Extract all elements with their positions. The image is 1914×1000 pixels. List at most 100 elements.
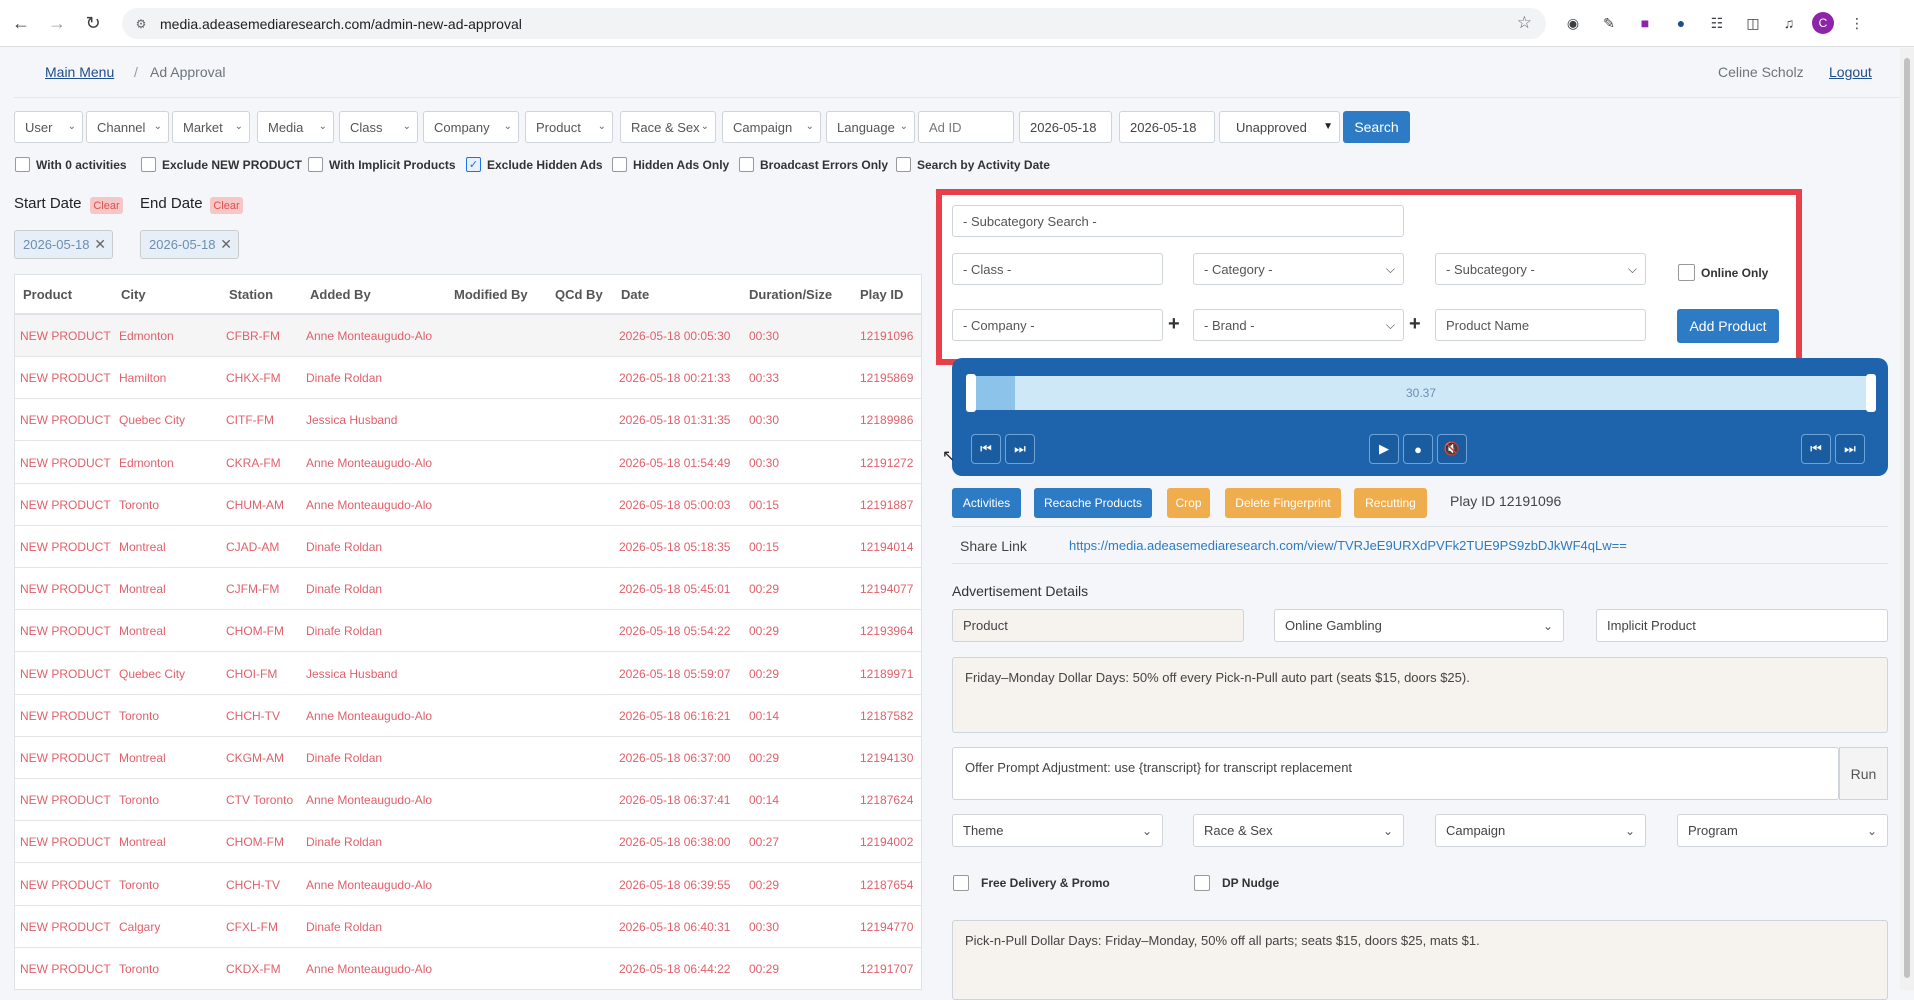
column-header-duration[interactable]: Duration/Size [749, 275, 832, 313]
subcategory-select[interactable]: - Subcategory - ⌵ [1435, 253, 1646, 285]
table-row[interactable]: NEW PRODUCT Toronto CHUM-AM Anne Monteaugud… [15, 484, 921, 526]
mute-icon[interactable]: 🔇 [1437, 434, 1467, 464]
table-row[interactable]: NEW PRODUCT Hamilton CHKX-FM Dinafe Roldan 2… [15, 357, 921, 400]
checkbox-search-by-activity-date[interactable]: Search by Activity Date [896, 157, 1050, 172]
checkbox-exclude-hidden-ads[interactable]: ✓ Exclude Hidden Ads [466, 157, 603, 172]
search-button[interactable]: Search [1343, 111, 1410, 143]
ad-id-input[interactable]: Ad ID [918, 111, 1014, 143]
checkbox-box[interactable] [896, 157, 911, 172]
checkbox-box[interactable] [739, 157, 754, 172]
run-button[interactable]: Run [1839, 747, 1888, 800]
table-row[interactable]: NEW PRODUCT Edmonton CFBR-FM Anne Monteaugu… [15, 315, 921, 357]
crop-button[interactable]: Crop [1167, 488, 1210, 518]
address-bar[interactable]: ⚙ media.adeasemediaresearch.com/admin-ne… [122, 8, 1546, 39]
skip-back-icon[interactable]: ⏮ [971, 434, 1001, 464]
column-header-station[interactable]: Station [229, 275, 273, 313]
extension-icon[interactable]: ◉ [1560, 10, 1586, 36]
table-row[interactable]: NEW PRODUCT Edmonton CKRA-FM Anne Monteaugu… [15, 442, 921, 484]
filter-user[interactable]: User ⌄ [14, 111, 83, 143]
table-row[interactable]: NEW PRODUCT Montreal CJFM-FM Dinafe Roldan 2… [15, 568, 921, 611]
dp-nudge-checkbox[interactable]: DP Nudge [1194, 875, 1279, 891]
brand-select[interactable]: - Brand - ⌵ [1193, 309, 1404, 341]
back-icon[interactable]: ← [6, 8, 36, 38]
offer-textarea[interactable]: Friday–Monday Dollar Days: 50% off every… [952, 657, 1888, 733]
implicit-product-field[interactable]: Implicit Product [1596, 609, 1888, 642]
delete-fingerprint-button[interactable]: Delete Fingerprint [1225, 488, 1341, 518]
class-input[interactable]: - Class - [952, 253, 1163, 285]
product-field[interactable]: Product [952, 609, 1244, 642]
extension-icon[interactable]: ■ [1632, 10, 1658, 36]
recutting-button[interactable]: Recutting [1354, 488, 1427, 518]
column-header-city[interactable]: City [121, 275, 146, 313]
table-row[interactable]: NEW PRODUCT Toronto CKDX-FM Anne Monteaugud… [15, 948, 921, 989]
filter-campaign[interactable]: Campaign ⌄ [722, 111, 821, 143]
column-header-qcd-by[interactable]: QCd By [555, 275, 603, 313]
category-dropdown[interactable]: Online Gambling ⌄ [1274, 609, 1564, 642]
online-only-checkbox[interactable]: Online Only [1678, 264, 1768, 281]
close-icon[interactable]: ✕ [220, 236, 232, 253]
logout-link[interactable]: Logout [1829, 64, 1872, 80]
checkbox-box[interactable] [1678, 264, 1695, 281]
checkbox-exclude-new-product[interactable]: Exclude NEW PRODUCT [141, 157, 302, 172]
reload-icon[interactable]: ↻ [78, 8, 108, 38]
table-row[interactable]: NEW PRODUCT Montreal CJAD-AM Dinafe Roldan 2… [15, 526, 921, 568]
skip-forward-icon[interactable]: ⏭ [1835, 434, 1865, 464]
checkmark-icon[interactable]: ✓ [466, 157, 481, 172]
offer-prompt-textarea[interactable]: Offer Prompt Adjustment: use {transcript… [952, 747, 1839, 800]
close-icon[interactable]: ✕ [94, 236, 106, 253]
column-header-play-id[interactable]: Play ID [860, 275, 903, 313]
add-brand-plus-icon[interactable]: + [1409, 313, 1421, 336]
menu-dots-icon[interactable]: ⋮ [1844, 10, 1870, 36]
filter-company[interactable]: Company ⌄ [423, 111, 519, 143]
column-header-added-by[interactable]: Added By [310, 275, 371, 313]
clear-start-date-button[interactable]: Clear [90, 197, 123, 214]
profile-avatar[interactable]: C [1812, 12, 1834, 34]
subcategory-search-input[interactable]: - Subcategory Search - [952, 205, 1404, 237]
skip-back-icon[interactable]: ⏮ [1801, 434, 1831, 464]
recache-products-button[interactable]: Recache Products [1034, 488, 1152, 518]
checkbox-hidden-ads-only[interactable]: Hidden Ads Only [612, 157, 729, 172]
add-company-plus-icon[interactable]: + [1168, 313, 1180, 336]
table-row[interactable]: NEW PRODUCT Montreal CKGM-AM Dinafe Roldan 2… [15, 737, 921, 779]
filter-market[interactable]: Market ⌄ [172, 111, 250, 143]
url-text[interactable]: media.adeasemediaresearch.com/admin-new-… [160, 16, 522, 32]
site-info-icon[interactable]: ⚙ [132, 15, 150, 33]
filter-class[interactable]: Class ⌄ [339, 111, 418, 143]
end-date-input[interactable]: 2026-05-18 [1119, 111, 1215, 143]
checkbox-with-0-activities[interactable]: With 0 activities [15, 157, 127, 172]
checkbox-box[interactable] [612, 157, 627, 172]
start-date-chip[interactable]: 2026-05-18 ✕ [14, 230, 113, 259]
filter-language[interactable]: Language ⌄ [826, 111, 915, 143]
column-header-modified-by[interactable]: Modified By [454, 275, 528, 313]
table-row[interactable]: NEW PRODUCT Toronto CHCH-TV Anne Monteaugud… [15, 695, 921, 737]
clear-end-date-button[interactable]: Clear [210, 197, 243, 214]
filter-product[interactable]: Product ⌄ [525, 111, 613, 143]
tab-search-icon[interactable]: ◫ [1740, 10, 1766, 36]
extension-icon[interactable]: ✎ [1596, 10, 1622, 36]
company-input[interactable]: - Company - [952, 309, 1163, 341]
product-name-input[interactable]: Product Name [1435, 309, 1646, 341]
filter-media[interactable]: Media ⌄ [257, 111, 334, 143]
status-select[interactable]: Unapproved ▼ [1219, 111, 1340, 143]
media-control-icon[interactable]: ♫ [1776, 10, 1802, 36]
bookmark-star-icon[interactable]: ☆ [1517, 13, 1532, 33]
start-date-input[interactable]: 2026-05-18 [1019, 111, 1112, 143]
share-link-url[interactable]: https://media.adeasemediaresearch.com/vi… [1069, 538, 1627, 553]
checkbox-with-implicit-products[interactable]: With Implicit Products [308, 157, 456, 172]
theme-dropdown[interactable]: Theme ⌄ [952, 814, 1163, 847]
column-header-date[interactable]: Date [621, 275, 649, 313]
forward-icon[interactable]: → [42, 8, 72, 38]
extension-icon[interactable]: ● [1668, 10, 1694, 36]
skip-forward-icon[interactable]: ⏭ [1005, 434, 1035, 464]
checkbox-box[interactable] [1194, 875, 1210, 891]
page-scrollbar-thumb[interactable] [1904, 58, 1910, 978]
category-select[interactable]: - Category - ⌵ [1193, 253, 1404, 285]
activities-button[interactable]: Activities [952, 488, 1021, 518]
table-row[interactable]: NEW PRODUCT Quebec City CITF-FM Jessica Hus… [15, 399, 921, 442]
race-sex-dropdown[interactable]: Race & Sex ⌄ [1193, 814, 1404, 847]
table-row[interactable]: NEW PRODUCT Montreal CHOM-FM Dinafe Roldan 2… [15, 821, 921, 864]
filter-channel[interactable]: Channel ⌄ [86, 111, 169, 143]
checkbox-box[interactable] [141, 157, 156, 172]
summary-textarea[interactable]: Pick-n-Pull Dollar Days: Friday–Monday, … [952, 920, 1888, 1000]
puzzle-icon[interactable]: ☷ [1704, 10, 1730, 36]
